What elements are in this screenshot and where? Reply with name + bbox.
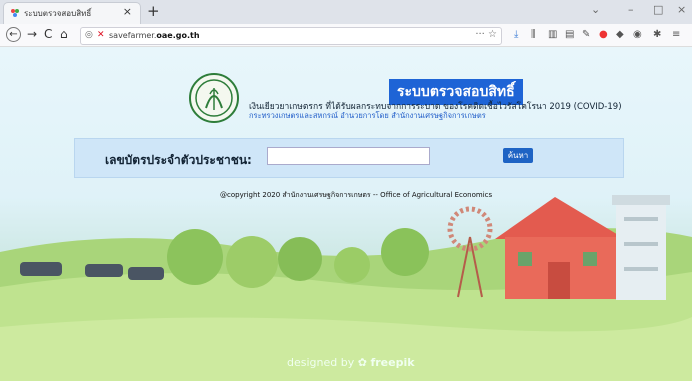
url-domain: oae.go.th — [156, 31, 200, 40]
page-actions-icon[interactable]: ··· ☆ — [475, 29, 497, 40]
tracking-shield-icon[interactable]: ◎ — [85, 30, 93, 40]
id-number-input[interactable] — [267, 147, 430, 165]
close-window-button[interactable]: × — [677, 3, 686, 16]
tab-close-icon[interactable]: × — [123, 5, 132, 18]
account-icon[interactable]: ◉ — [633, 29, 642, 40]
downloads-icon[interactable]: ⤓ — [514, 29, 518, 40]
search-button[interactable]: ค้นหา — [503, 148, 533, 163]
freepik-logo-icon: ✿ — [357, 356, 367, 369]
ministry-emblem-logo — [189, 73, 239, 123]
address-bar[interactable]: ◎ ✕ savefarmer.oae.go.th ··· ☆ — [80, 27, 502, 45]
new-tab-button[interactable]: + — [147, 2, 160, 20]
site-favicon-icon — [11, 9, 19, 17]
department-text: กระทรวงเกษตรและสหกรณ์ อำนวยการโดย สำนักง… — [249, 111, 486, 120]
minimize-button[interactable]: – — [628, 3, 634, 16]
home-button[interactable]: ⌂ — [60, 27, 68, 42]
url-subdomain: savefarmer. — [109, 31, 157, 40]
back-button[interactable]: ← — [6, 27, 21, 42]
library-icon[interactable]: ⫼ — [531, 29, 536, 40]
copyright-text: @copyright 2020 สำนักงานเศรษฐกิจการเกษตร… — [220, 191, 493, 199]
sidebar-icon[interactable]: ▥ — [548, 29, 557, 40]
eyedropper-icon[interactable]: ✎ — [582, 29, 590, 40]
browser-tab-bar: ระบบตรวจสอบสิทธิ์ × + ⌄ – □ × — [0, 0, 692, 24]
forward-button[interactable]: → — [27, 27, 37, 42]
reload-button[interactable]: C — [44, 27, 52, 42]
url-text[interactable]: savefarmer.oae.go.th — [109, 31, 200, 40]
browser-toolbar: ← → C ⌂ ◎ ✕ savefarmer.oae.go.th ··· ☆ ⤓… — [0, 24, 692, 47]
farm-background-illustration — [0, 195, 692, 381]
menu-icon[interactable]: ≡ — [672, 29, 680, 40]
addon-extension-icon[interactable]: ◆ — [616, 29, 624, 40]
maximize-button[interactable]: □ — [653, 3, 663, 16]
browser-tab[interactable]: ระบบตรวจสอบสิทธิ์ × — [4, 3, 140, 24]
reader-view-icon[interactable]: ▤ — [565, 29, 574, 40]
tab-list-dropdown-icon[interactable]: ⌄ — [591, 3, 600, 16]
search-panel: เลขบัตรประจำตัวประชาชน: ค้นหา — [74, 138, 624, 178]
extensions-icon[interactable]: ✱ — [653, 29, 661, 40]
insecure-lock-icon[interactable]: ✕ — [97, 30, 105, 40]
tab-title: ระบบตรวจสอบสิทธิ์ — [24, 9, 92, 18]
designed-by-credit: designed by ✿ freepik — [287, 356, 415, 369]
freepik-label: freepik — [370, 356, 415, 369]
designed-by-label: designed by — [287, 356, 355, 369]
page-content: ระบบตรวจสอบสิทธิ์ เงินเยียวยาเกษตรกร ที่… — [0, 47, 692, 381]
addon-red-icon[interactable]: ● — [599, 29, 608, 40]
id-number-label: เลขบัตรประจำตัวประชาชน: — [105, 153, 252, 167]
